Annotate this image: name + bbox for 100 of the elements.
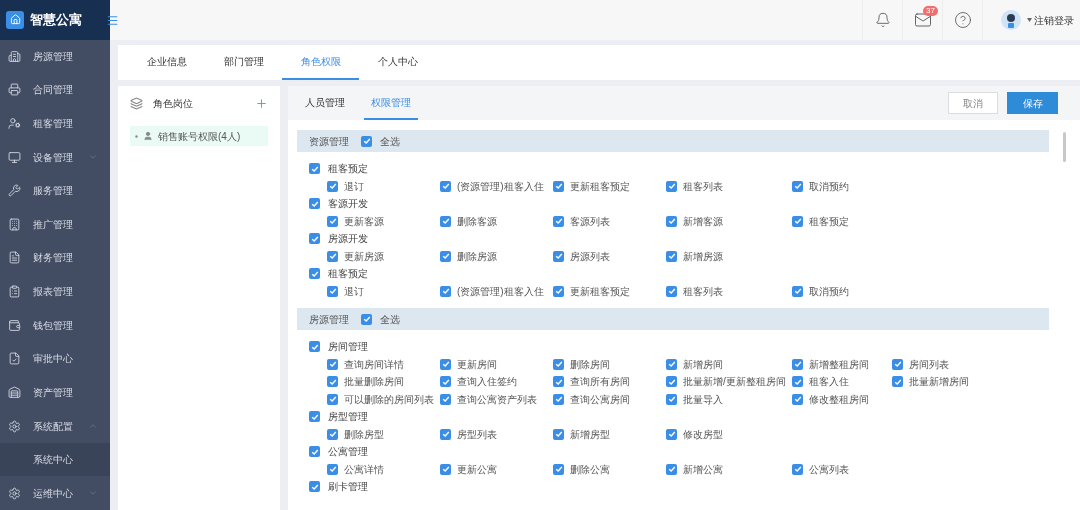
sidebar-item[interactable]: 钱包管理 [0, 308, 110, 342]
checkbox[interactable] [892, 358, 903, 370]
checkbox[interactable] [440, 180, 451, 192]
checkbox[interactable] [666, 285, 677, 297]
permission-group-label: 房源开发 [328, 232, 368, 247]
select-all-checkbox[interactable] [361, 135, 372, 147]
checkbox[interactable] [309, 198, 320, 210]
sidebar-item[interactable]: 报表管理 [0, 274, 110, 309]
checkbox[interactable] [792, 215, 803, 227]
sidebar-item[interactable]: 审批中心 [0, 342, 110, 376]
permission-label: 删除公寓 [570, 462, 610, 477]
bell-icon[interactable] [874, 12, 891, 28]
section-title: 资源管理 [309, 134, 349, 149]
sidebar-item[interactable]: 房源管理 [0, 39, 110, 74]
printer-icon [8, 83, 21, 97]
help-icon[interactable] [953, 11, 972, 29]
checkbox[interactable] [792, 285, 803, 297]
checkbox[interactable] [553, 463, 564, 475]
checkbox[interactable] [553, 376, 564, 388]
checkbox[interactable] [666, 358, 677, 370]
scrollbar[interactable] [1063, 132, 1066, 162]
permission-label: 批量删除房间 [344, 375, 404, 390]
checkbox[interactable] [792, 358, 803, 370]
checkbox[interactable] [440, 250, 451, 262]
checkbox[interactable] [327, 358, 338, 370]
checkbox[interactable] [327, 463, 338, 475]
checkbox[interactable] [792, 393, 803, 405]
tab[interactable]: 个人中心 [359, 45, 436, 80]
sidebar-item[interactable]: 资产管理 [0, 375, 110, 410]
cancel-button[interactable]: 取消 [948, 92, 998, 114]
permission-label: 取消预约 [809, 284, 849, 299]
add-icon[interactable] [255, 96, 268, 110]
permission-label: 更新公寓 [457, 462, 497, 477]
checkbox[interactable] [440, 285, 451, 297]
checkbox[interactable] [666, 376, 677, 388]
checkbox[interactable] [553, 285, 564, 297]
checkbox[interactable] [309, 341, 320, 353]
checkbox[interactable] [440, 463, 451, 475]
checkbox[interactable] [309, 233, 320, 245]
permission-label: 新增客源 [683, 214, 723, 229]
checkbox[interactable] [327, 428, 338, 440]
checkbox[interactable] [440, 358, 451, 370]
avatar-icon [1001, 10, 1021, 30]
checkbox[interactable] [327, 393, 338, 405]
sidebar-item[interactable]: 运维中心 [0, 476, 110, 510]
checkbox[interactable] [666, 215, 677, 227]
logout-link[interactable]: 注销登录 [1034, 12, 1074, 28]
checkbox[interactable] [327, 250, 338, 262]
panel-title: 角色岗位 [153, 96, 194, 111]
checkbox[interactable] [553, 215, 564, 227]
sidebar-item[interactable]: 财务管理 [0, 241, 110, 275]
checkbox[interactable] [553, 393, 564, 405]
checkbox[interactable] [327, 285, 338, 297]
menu-icon[interactable] [106, 13, 119, 27]
checkbox[interactable] [440, 428, 451, 440]
checkbox[interactable] [666, 393, 677, 405]
document-icon [8, 251, 21, 265]
sidebar-item[interactable]: 合同管理 [0, 73, 110, 107]
checkbox[interactable] [553, 250, 564, 262]
checkbox[interactable] [666, 463, 677, 475]
checkbox[interactable] [792, 376, 803, 388]
role-item[interactable]: 销售账号权限(4人) [130, 126, 268, 146]
checkbox[interactable] [553, 180, 564, 192]
checkbox[interactable] [309, 446, 320, 458]
checkbox[interactable] [792, 463, 803, 475]
checkbox[interactable] [309, 268, 320, 280]
mail-icon[interactable] [913, 11, 932, 29]
permission-label: 修改房型 [683, 427, 723, 442]
checkbox[interactable] [666, 428, 677, 440]
checkbox[interactable] [440, 376, 451, 388]
checkbox[interactable] [309, 411, 320, 423]
select-all-checkbox[interactable] [361, 313, 372, 325]
checkbox[interactable] [440, 393, 451, 405]
permission-label: 公寓详情 [344, 462, 384, 477]
tab[interactable]: 角色权限 [282, 45, 359, 80]
checkbox[interactable] [440, 215, 451, 227]
save-button[interactable]: 保存 [1007, 92, 1058, 114]
checkbox[interactable] [327, 215, 338, 227]
checkbox[interactable] [553, 428, 564, 440]
sidebar-item[interactable]: 推广管理 [0, 207, 110, 242]
sidebar-item[interactable]: 租客管理 [0, 106, 110, 141]
checkbox[interactable] [309, 163, 320, 175]
sidebar-subitem[interactable]: 系统中心 [0, 442, 110, 477]
checkbox[interactable] [327, 376, 338, 388]
tab[interactable]: 部门管理 [205, 45, 282, 80]
checkbox[interactable] [553, 358, 564, 370]
checkbox[interactable] [309, 481, 320, 493]
permission-label: 查询所有房间 [570, 375, 630, 390]
checkbox[interactable] [792, 180, 803, 192]
sidebar-item[interactable]: 系统配置 [0, 409, 110, 443]
sidebar-item[interactable]: 服务管理 [0, 173, 110, 208]
gear-icon [8, 486, 21, 500]
sidebar-item[interactable]: 设备管理 [0, 140, 110, 174]
checkbox[interactable] [327, 180, 338, 192]
checkbox[interactable] [666, 180, 677, 192]
checkbox[interactable] [666, 250, 677, 262]
checkbox[interactable] [892, 376, 903, 388]
warehouse-icon [8, 385, 21, 399]
tab[interactable]: 企业信息 [128, 45, 205, 80]
tab[interactable]: 人员管理 [298, 86, 352, 120]
